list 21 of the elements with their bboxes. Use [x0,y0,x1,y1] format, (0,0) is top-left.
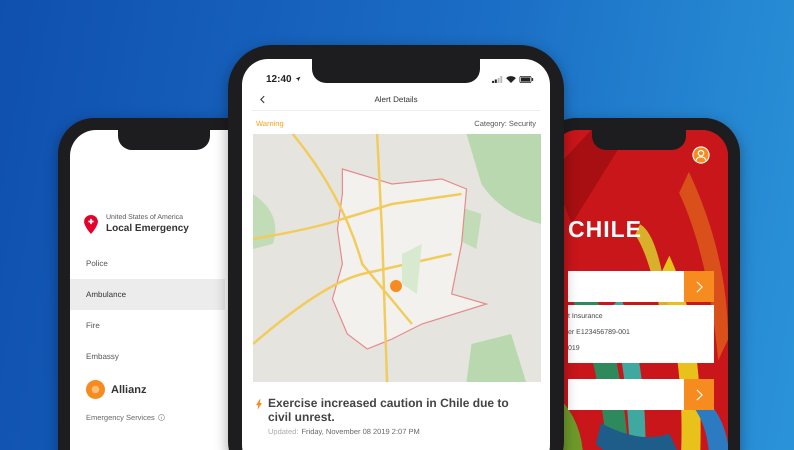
screen-title: Alert Details [374,94,418,104]
wifi-icon [506,76,516,82]
chevron-right-icon [696,388,702,400]
info-icon[interactable] [158,414,165,421]
contact-item[interactable]: Police [70,248,225,279]
alert-headline: Exercise increased caution in Chile due to civil unrest. [268,396,510,424]
contact-item[interactable]: Embassy [70,341,225,372]
lightning-icon [256,399,262,410]
signal-icon [492,76,503,82]
location-arrow-icon [294,76,301,82]
contact-item[interactable]: Ambulance [70,279,225,310]
provider-logo-icon [86,380,105,399]
profile-icon[interactable] [692,146,710,164]
map-pin-icon [84,214,98,234]
contact-item[interactable]: Fire [70,310,225,341]
battery-icon [519,76,534,82]
provider-name: Allianz [111,384,146,396]
status-time: 12:40 [266,74,292,84]
chevron-right-icon [696,280,702,292]
back-icon[interactable] [260,94,265,104]
section-title: Local Emergency [106,223,189,234]
